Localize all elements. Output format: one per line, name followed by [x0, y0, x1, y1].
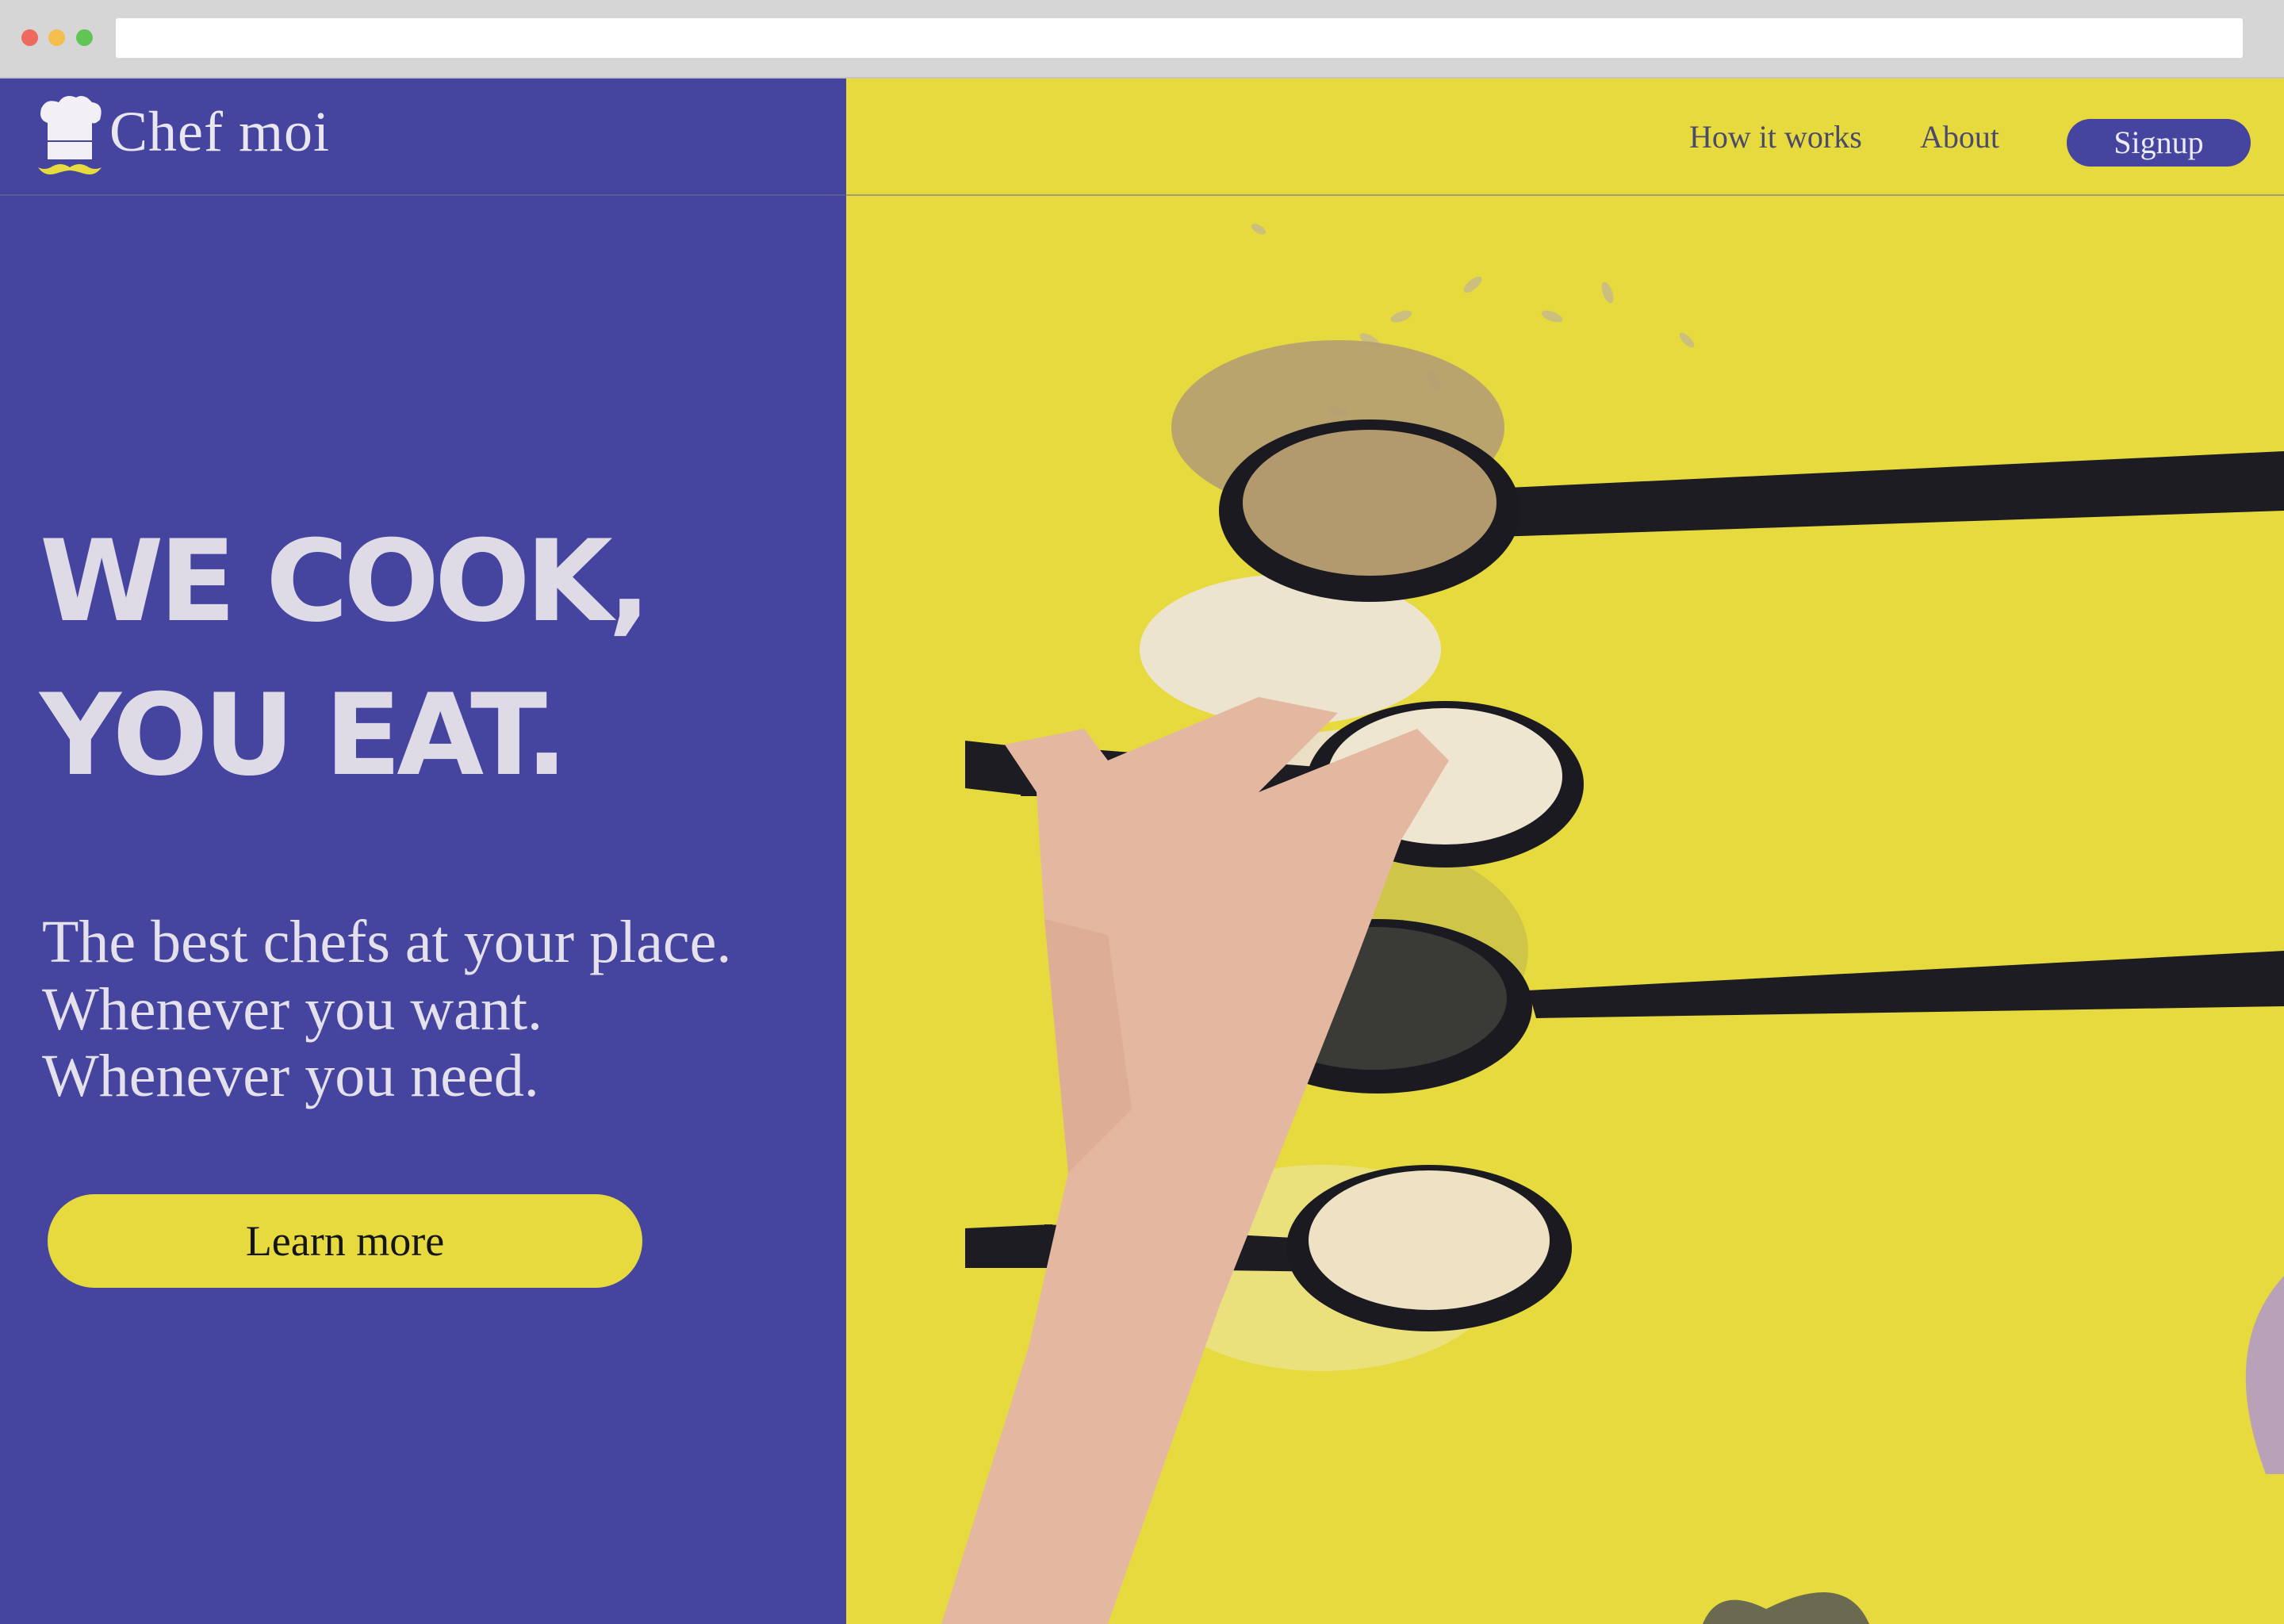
hero-headline-line1: WE COOK,: [40, 516, 651, 647]
nav-how-it-works[interactable]: How it works: [1689, 121, 1862, 153]
spoons-photo: [941, 224, 2284, 1624]
hero-photo: [846, 79, 2284, 1624]
window-minimize-button[interactable]: [48, 29, 65, 46]
address-bar[interactable]: [116, 18, 2243, 58]
hero-subline-3: Whenever you need.: [42, 1043, 539, 1109]
learn-more-button[interactable]: Learn more: [48, 1194, 642, 1288]
hero-left-panel: [0, 79, 846, 1624]
brand-name[interactable]: Chef moi: [109, 103, 330, 160]
hero-subline-1: The best chefs at your place.: [42, 909, 732, 975]
window-close-button[interactable]: [21, 29, 38, 46]
header-divider: [0, 194, 2284, 196]
chef-hat-mustache-icon[interactable]: [36, 94, 103, 180]
window-maximize-button[interactable]: [76, 29, 93, 46]
browser-chrome: [0, 0, 2284, 79]
hero-headline-line2: YOU EAT.: [40, 670, 568, 801]
hero-subline-2: Whenever you want.: [42, 976, 542, 1043]
nav-about[interactable]: About: [1920, 121, 1999, 153]
signup-button[interactable]: Signup: [2067, 119, 2251, 167]
